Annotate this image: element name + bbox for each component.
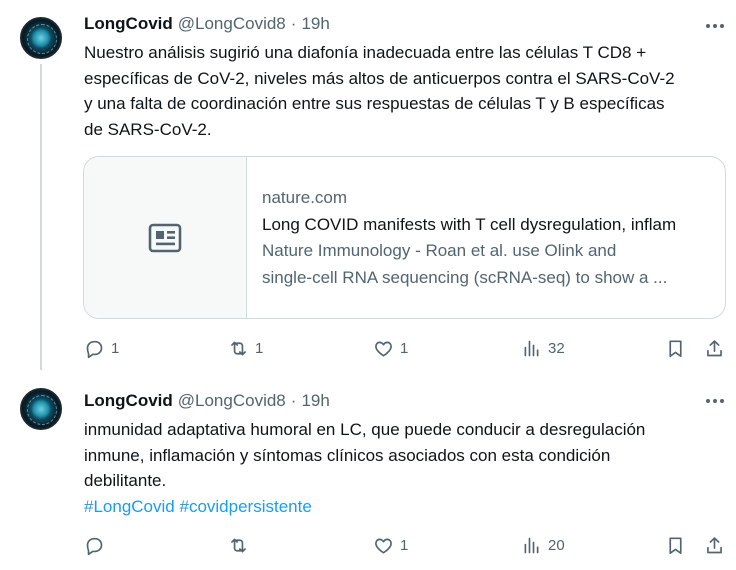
repost-button[interactable] [228,533,255,557]
tweet-text-line: debilitante. [84,471,167,490]
article-icon [148,223,182,252]
tweet-text: Nuestro análisis sugirió una diafonía in… [84,40,724,142]
card-domain: nature.com [262,188,348,207]
like-count: 1 [400,339,409,357]
views-icon [524,537,539,553]
more-options-button[interactable] [700,16,730,36]
share-icon [707,536,722,553]
views-button[interactable]: 32 [521,336,565,360]
author-name[interactable]: LongCovid [84,14,173,34]
more-options-button[interactable] [700,391,730,411]
tweet-text-line: de SARS-CoV-2. [84,119,212,139]
hashtag-link[interactable]: #covidpersistente [179,497,311,516]
author-name[interactable]: LongCovid [84,391,173,411]
repost-button[interactable]: 1 [228,336,263,360]
card-media [84,157,247,318]
author-avatar[interactable] [20,388,62,430]
tweet-actions: 1 1 1 32 [84,336,730,360]
tweet-text-line: inmune, inflamación y síntomas clínicos … [84,445,611,465]
tweet-text: inmunidad adaptativa humoral en LC, que … [84,417,724,519]
repost-icon [231,538,246,552]
repost-icon [231,341,246,355]
bookmark-button[interactable] [665,533,686,557]
more-icon-dot [720,24,724,28]
reply-count: 1 [111,339,120,357]
like-button[interactable]: 1 [373,336,408,360]
more-icon-dot [713,24,717,28]
repost-count: 1 [255,339,264,357]
hashtag-link[interactable]: #LongCovid [84,497,175,516]
views-count: 20 [548,536,565,554]
thread-connector-line [40,64,42,370]
author-handle[interactable]: @LongCovid8 [178,391,286,411]
share-button[interactable] [704,533,725,557]
separator-dot: · [290,14,297,33]
separator-dot: · [290,391,297,410]
card-body: nature.com Long COVID manifests with T c… [262,185,712,291]
tweet-actions: 1 20 [84,533,730,557]
share-button[interactable] [704,336,725,360]
heart-icon [375,341,392,357]
like-count: 1 [400,536,409,554]
tweet-header: LongCovid @LongCovid8 · 19h [84,390,330,412]
tweet-text-line: inmunidad adaptativa humoral en LC, que … [84,420,646,439]
bookmark-button[interactable] [665,336,686,360]
share-icon [707,339,722,356]
views-count: 32 [548,339,565,357]
bookmark-icon [669,536,682,554]
card-title: Long COVID manifests with T cell dysregu… [262,214,677,234]
reply-button[interactable] [84,533,111,557]
reply-icon [86,340,103,358]
tweet-text-line: Nuestro análisis sugirió una diafonía in… [84,43,647,62]
reply-icon [86,537,103,555]
tweet-header: LongCovid @LongCovid8 · 19h [84,13,330,35]
more-icon [706,399,710,403]
tweet-text-line: y una falta de coordinación entre sus re… [84,94,665,113]
author-avatar[interactable] [20,17,62,59]
views-button[interactable]: 20 [521,533,565,557]
more-icon-dot [720,399,724,403]
tweet[interactable]: LongCovid @LongCovid8 · 19h Nuestro anál… [0,0,736,375]
tweet-text-line: específicas de CoV-2, niveles más altos … [84,68,675,88]
card-description-line: Nature Immunology - Roan et al. use Olin… [262,241,617,260]
reply-button[interactable]: 1 [84,336,119,360]
card-description-line: single-cell RNA sequencing (scRNA-seq) t… [262,267,668,287]
more-icon [706,24,710,28]
timestamp[interactable]: 19h [301,14,329,34]
like-button[interactable]: 1 [373,533,408,557]
timestamp[interactable]: 19h [301,391,329,411]
tweet[interactable]: LongCovid @LongCovid8 · 19h inmunidad ad… [0,375,736,570]
author-handle[interactable]: @LongCovid8 [178,14,286,34]
hashtag-line: #LongCovid #covidpersistente [84,494,724,520]
link-preview-card[interactable]: nature.com Long COVID manifests with T c… [83,156,726,319]
bookmark-icon [669,339,682,357]
views-icon [524,340,539,356]
more-icon-dot [713,399,717,403]
heart-icon [375,538,392,554]
